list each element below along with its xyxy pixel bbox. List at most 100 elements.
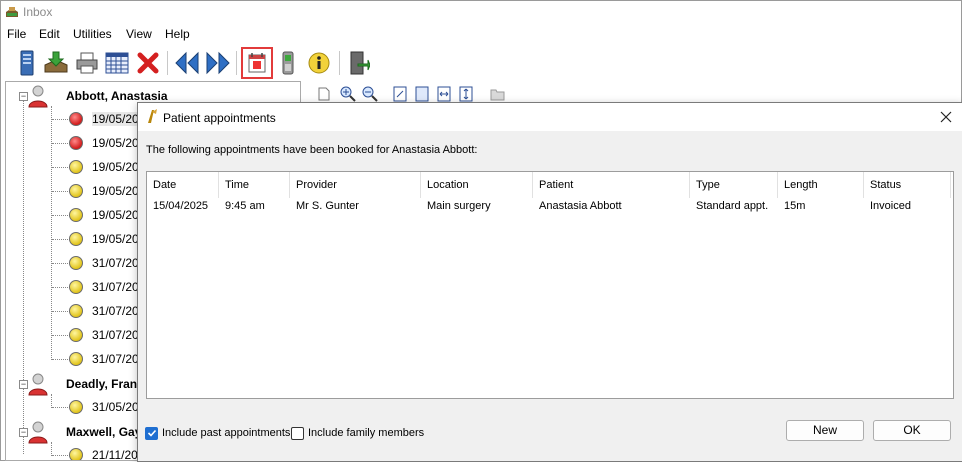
cell-date: 15/04/2025 — [153, 200, 209, 212]
tree-connector — [52, 239, 68, 240]
include-family-checkbox[interactable]: Include family members — [291, 425, 424, 441]
include-family-label[interactable]: Include family members — [308, 427, 424, 439]
previous-button[interactable] — [174, 49, 200, 77]
menu-help[interactable]: Help — [165, 27, 190, 41]
patient-name: Abbott, Anastasia — [66, 89, 168, 103]
menu-utilities[interactable]: Utilities — [73, 27, 112, 41]
appointment-date: 31/07/20 — [92, 352, 139, 366]
appointment-date: 19/05/20 — [92, 136, 139, 150]
previous-icon — [175, 51, 199, 75]
column-header-length[interactable]: Length — [778, 172, 864, 198]
patient-name: Deadly, Fran — [66, 377, 138, 391]
menu-edit[interactable]: Edit — [39, 27, 60, 41]
patient-person-icon — [28, 421, 48, 444]
appointment-date: 19/05/20 — [92, 160, 139, 174]
tree-connector — [52, 215, 68, 216]
include-past-checkbox[interactable]: Include past appointments — [145, 425, 290, 441]
checkmark-icon — [147, 429, 156, 437]
page-width-button[interactable] — [435, 85, 453, 103]
column-header-patient[interactable]: Patient — [533, 172, 690, 198]
exit-button[interactable] — [346, 49, 372, 77]
dialog-title-bar[interactable]: Patient appointments — [138, 103, 962, 131]
phone-icon — [282, 51, 294, 75]
tree-connector — [52, 359, 68, 360]
status-yellow-icon — [69, 352, 83, 366]
cell-time: 9:45 am — [225, 200, 265, 212]
include-past-label[interactable]: Include past appointments — [162, 427, 290, 439]
exit-icon — [350, 51, 370, 75]
whole-page-icon — [415, 86, 429, 102]
menu-file[interactable]: File — [7, 27, 26, 41]
window-title: Inbox — [23, 5, 53, 19]
appointments-icon — [248, 53, 266, 73]
status-yellow-icon — [69, 448, 83, 460]
folder-open-icon — [490, 89, 505, 101]
column-header-status[interactable]: Status — [864, 172, 951, 198]
status-red-icon — [69, 136, 83, 150]
zoom-100-button[interactable] — [391, 85, 409, 103]
column-header-type[interactable]: Type — [690, 172, 778, 198]
open-folder-button[interactable] — [489, 85, 507, 103]
new-button[interactable]: New — [786, 420, 864, 441]
print-button[interactable] — [74, 49, 100, 77]
appointments-grid[interactable]: Date Time Provider Location Patient Type… — [146, 171, 954, 399]
blank-page-icon — [318, 87, 330, 101]
page-height-button[interactable] — [457, 85, 475, 103]
status-yellow-icon — [69, 280, 83, 294]
zoom-in-icon — [340, 86, 356, 102]
checkbox-unchecked-icon[interactable] — [291, 426, 304, 440]
status-red-icon — [69, 112, 83, 126]
zoom-in-button[interactable] — [339, 85, 357, 103]
column-header-provider[interactable]: Provider — [290, 172, 421, 198]
dialog-app-icon — [148, 109, 157, 123]
download-tray-icon — [44, 51, 68, 73]
zoom-out-button[interactable] — [361, 85, 379, 103]
tree-connector — [52, 167, 68, 168]
column-header-date[interactable]: Date — [147, 172, 219, 198]
tree-connector — [23, 94, 24, 454]
printer-icon — [76, 52, 98, 74]
appointment-date: 19/05/20 — [92, 184, 139, 198]
tree-connector — [51, 394, 52, 408]
calendar-grid-icon — [105, 52, 129, 74]
delete-icon — [137, 52, 159, 74]
close-icon[interactable] — [938, 109, 954, 125]
new-document-button[interactable] — [315, 85, 333, 103]
import-button[interactable] — [43, 49, 69, 77]
grid-header: Date Time Provider Location Patient Type… — [147, 172, 953, 198]
delete-button[interactable] — [135, 49, 161, 77]
server-button[interactable] — [14, 49, 40, 77]
percent-page-icon — [393, 86, 407, 102]
next-button[interactable] — [205, 49, 231, 77]
grid-view-button[interactable] — [104, 49, 130, 77]
main-toolbar — [1, 45, 961, 81]
info-icon — [308, 52, 330, 74]
cell-patient: Anastasia Abbott — [539, 200, 622, 212]
inbox-app-icon — [6, 7, 18, 17]
column-header-location[interactable]: Location — [421, 172, 533, 198]
cell-location: Main surgery — [427, 200, 491, 212]
column-header-time[interactable]: Time — [219, 172, 290, 198]
phone-button[interactable] — [275, 49, 301, 77]
page-width-icon — [437, 86, 451, 102]
checkbox-checked-icon[interactable] — [145, 426, 158, 440]
zoom-out-icon — [362, 86, 378, 102]
tree-connector — [52, 119, 68, 120]
cell-status: Invoiced — [870, 200, 911, 212]
ok-button[interactable]: OK — [873, 420, 951, 441]
tree-connector — [52, 143, 68, 144]
info-button[interactable] — [306, 49, 332, 77]
status-yellow-icon — [69, 256, 83, 270]
patient-appointments-button[interactable] — [241, 47, 273, 79]
whole-page-button[interactable] — [413, 85, 431, 103]
toolbar-separator — [167, 51, 168, 75]
appointment-date: 31/07/20 — [92, 256, 139, 270]
page-height-icon — [459, 86, 473, 102]
appointment-date: 19/05/20 — [92, 208, 139, 222]
status-yellow-icon — [69, 184, 83, 198]
patient-name: Maxwell, Gay — [66, 425, 142, 439]
appointment-date: 31/07/20 — [92, 304, 139, 318]
tree-connector — [52, 311, 68, 312]
patient-person-icon — [28, 373, 48, 396]
menu-view[interactable]: View — [126, 27, 152, 41]
